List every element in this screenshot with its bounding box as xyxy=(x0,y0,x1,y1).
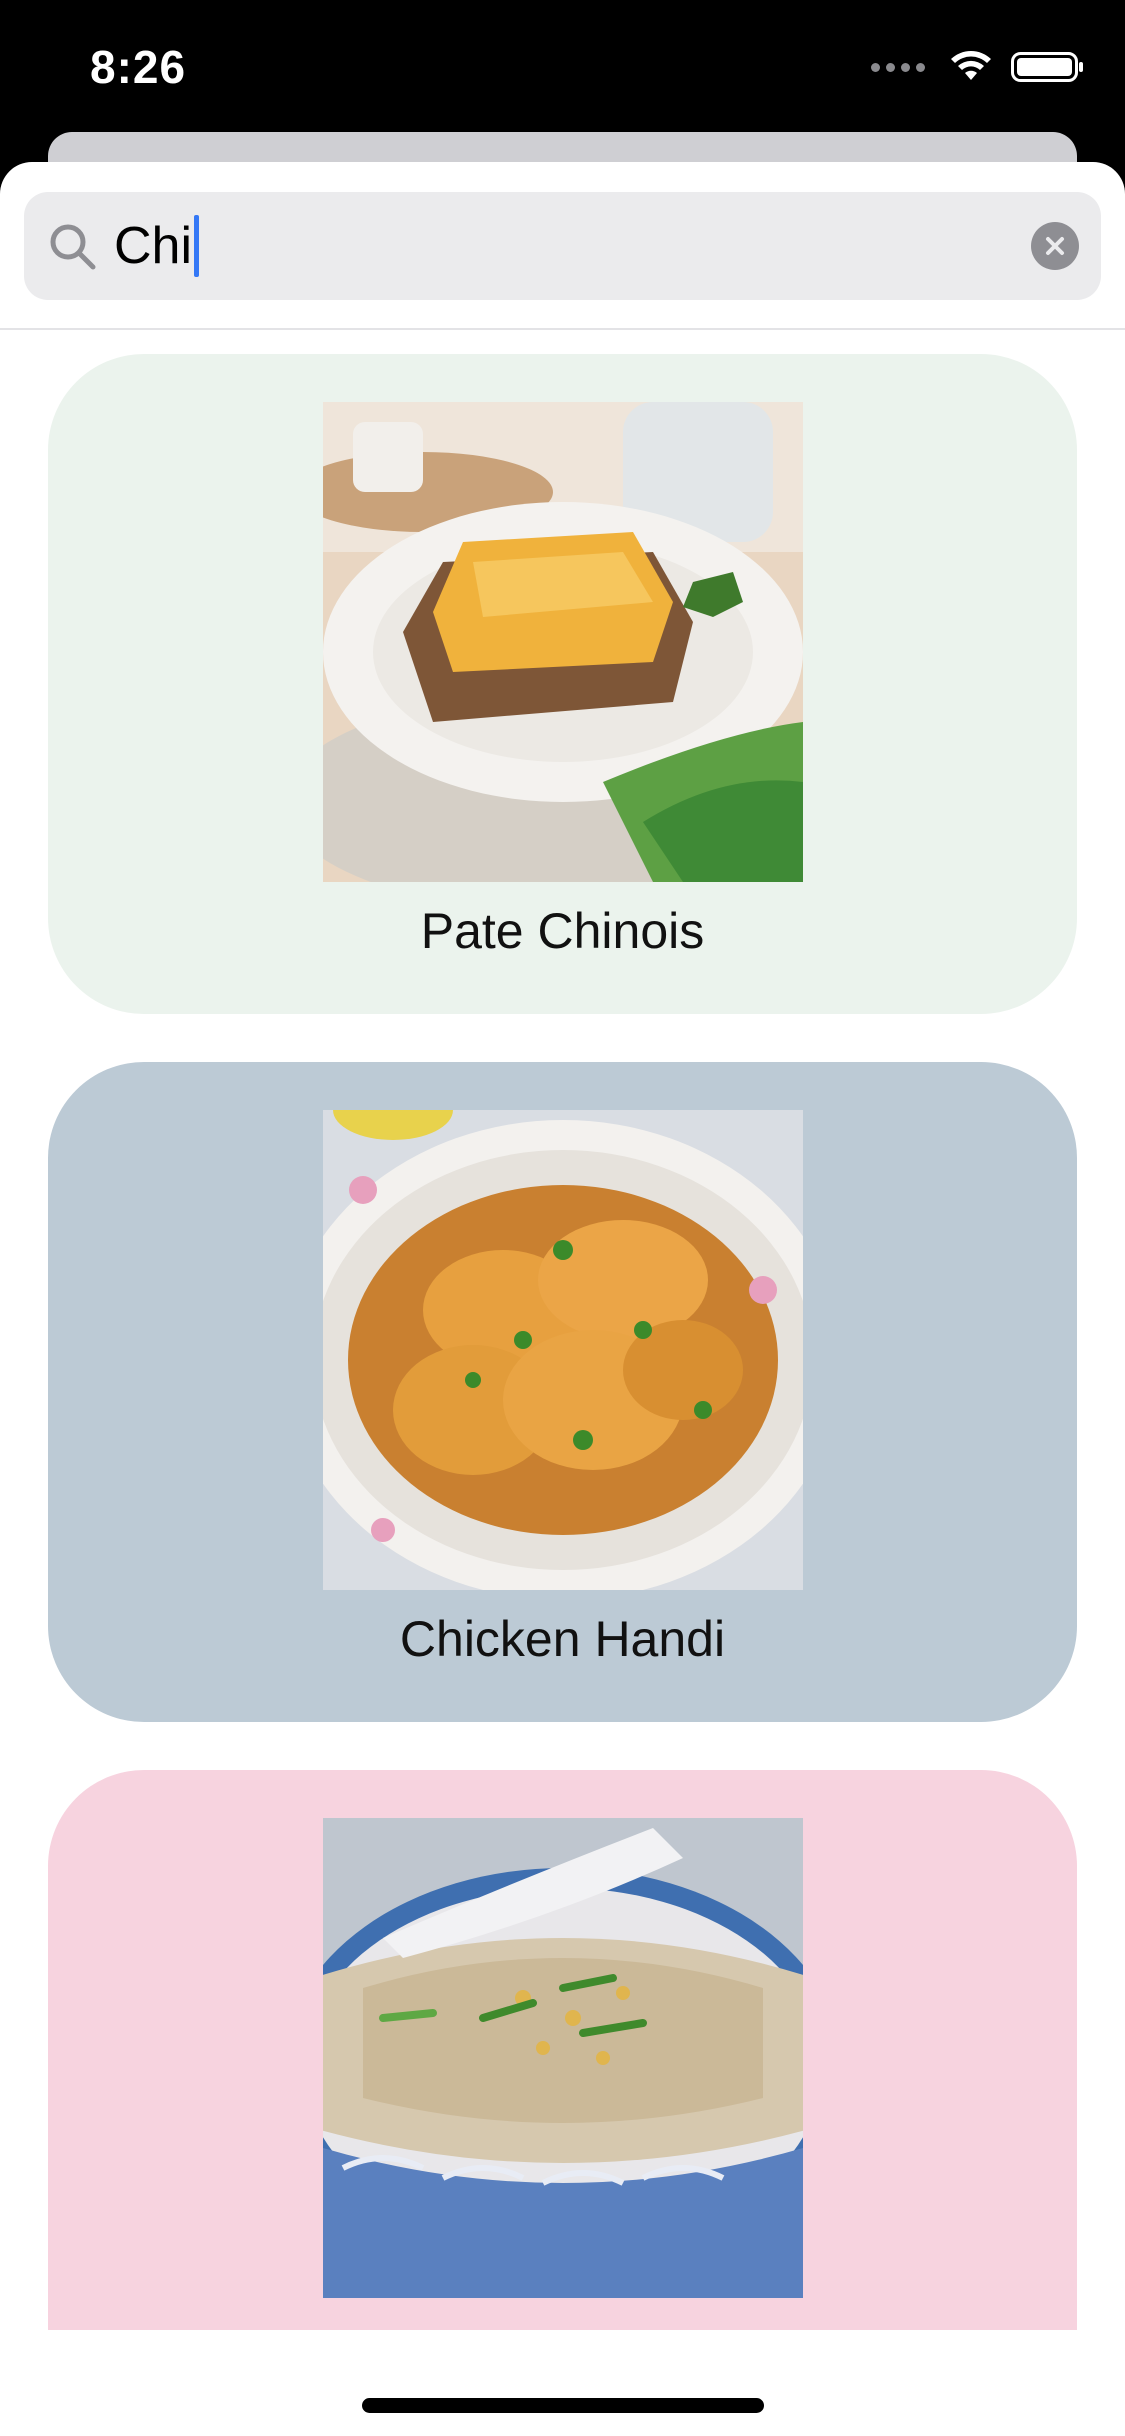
rice-porridge-photo xyxy=(323,1818,803,2298)
recipe-card[interactable] xyxy=(48,1770,1077,2330)
status-bar: 8:26 xyxy=(0,0,1125,132)
status-icons xyxy=(871,50,1085,84)
search-icon xyxy=(50,224,96,270)
cellular-signal-icon xyxy=(871,62,925,72)
app-screen: 8:26 Chi Pate Chinois Chicken Handi xyxy=(0,0,1125,2436)
search-query-text: Chi xyxy=(114,217,193,275)
home-indicator[interactable] xyxy=(362,2398,764,2413)
search-input[interactable]: Chi xyxy=(114,206,200,286)
wifi-icon xyxy=(951,51,991,80)
home-indicator-area xyxy=(0,2336,1125,2436)
search-sheet: Chi Pate Chinois Chicken Handi xyxy=(0,162,1125,2436)
pate-chinois-photo xyxy=(323,402,803,882)
battery-icon xyxy=(1011,52,1083,82)
status-time: 8:26 xyxy=(90,41,187,93)
recipe-card[interactable]: Chicken Handi xyxy=(48,1062,1077,1722)
clear-search-button[interactable] xyxy=(1031,222,1079,270)
recipe-title: Chicken Handi xyxy=(399,1611,726,1667)
recipe-title: Pate Chinois xyxy=(420,903,705,959)
recipe-card[interactable]: Pate Chinois xyxy=(48,354,1077,1014)
recipe-list[interactable]: Pate Chinois Chicken Handi xyxy=(0,330,1125,2330)
text-caret xyxy=(194,215,200,277)
clear-icon xyxy=(1046,237,1064,255)
search-bar[interactable]: Chi xyxy=(24,192,1101,300)
chicken-handi-photo xyxy=(323,1110,803,1590)
